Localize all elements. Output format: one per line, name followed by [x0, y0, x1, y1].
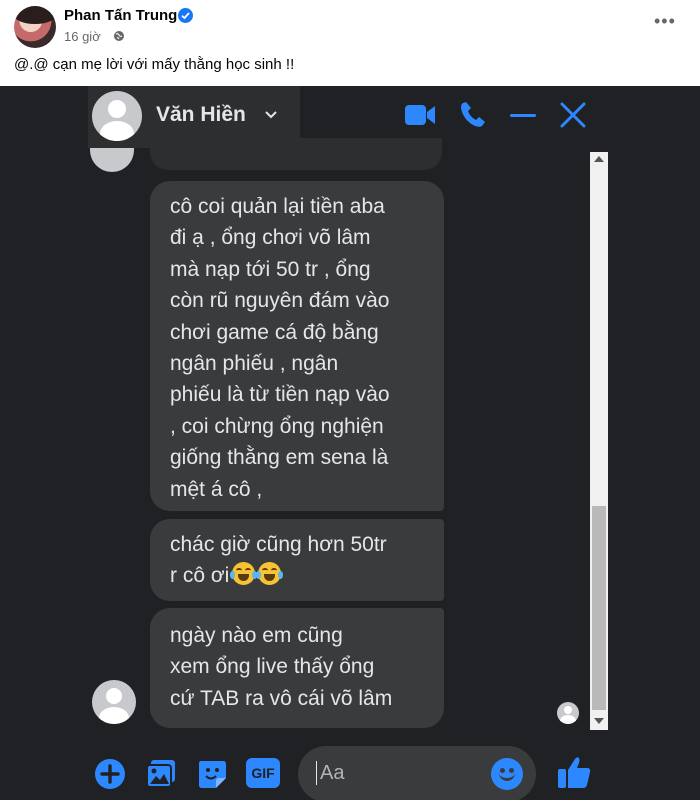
author-name[interactable]: Phan Tấn Trung: [64, 7, 177, 24]
text-caret: [316, 761, 317, 785]
post-header: Phan Tấn Trung 16 giờ ••• @.@ cạn mẹ lời…: [0, 0, 700, 86]
minimize-icon[interactable]: [509, 100, 537, 130]
close-icon[interactable]: [559, 100, 587, 130]
messenger-screenshot: Văn Hiền cô coi quản lại tiền aba đi ạ ,…: [0, 86, 700, 800]
message-line: còn rũ nguyên đám vào: [170, 289, 390, 313]
message-line: đi ạ , ổng chơi võ lâm: [170, 226, 371, 250]
post-caption: @.@ cạn mẹ lời với mấy thằng học sinh !!: [14, 56, 295, 73]
scroll-down-arrow-icon[interactable]: [594, 718, 604, 724]
more-horizontal-icon[interactable]: •••: [654, 12, 676, 30]
like-icon[interactable]: [556, 754, 592, 790]
phone-call-icon[interactable]: [458, 100, 488, 130]
scrollbar[interactable]: [590, 152, 608, 730]
contact-name[interactable]: Văn Hiền: [156, 103, 246, 127]
message-bubble[interactable]: ngày nào em cũng xem ổng live thấy ổng c…: [150, 608, 444, 728]
message-line: phiếu là từ tiền nạp vào: [170, 383, 390, 407]
chat-header[interactable]: Văn Hiền: [88, 86, 300, 148]
scrollbar-thumb[interactable]: [592, 506, 606, 710]
verified-badge-icon: [178, 8, 193, 23]
sticker-icon[interactable]: [196, 758, 228, 790]
message-line: mà nạp tới 50 tr , ổng: [170, 257, 371, 281]
contact-avatar[interactable]: [92, 91, 142, 141]
message-line: , coi chừng ổng nghiện: [170, 414, 384, 438]
message-line: r cô ơi: [170, 564, 230, 588]
face-with-tears-of-joy-icon: [230, 562, 258, 586]
message-line: chác giờ cũng hơn 50tr: [170, 533, 387, 556]
author-avatar[interactable]: [14, 6, 56, 48]
message-bubble[interactable]: chác giờ cũng hơn 50tr r cô ơi: [150, 519, 444, 601]
message-input[interactable]: Aa: [298, 746, 536, 800]
message-input-placeholder: Aa: [320, 762, 345, 784]
photo-icon[interactable]: [145, 758, 177, 790]
chevron-down-icon[interactable]: [264, 110, 278, 120]
message-line: ngân phiếu , ngân: [170, 352, 339, 376]
message-line: cô coi quản lại tiền aba: [170, 195, 385, 218]
message-line: mệt á cô ,: [170, 477, 263, 501]
message-bubble[interactable]: cô coi quản lại tiền aba đi ạ , ổng chơi…: [150, 181, 444, 511]
message-line: chơi game cá độ bằng: [170, 320, 379, 344]
gif-icon[interactable]: GIF: [246, 758, 280, 788]
sender-avatar[interactable]: [92, 680, 136, 724]
message-line-with-emoji: r cô ơi: [170, 560, 424, 591]
video-call-icon[interactable]: [404, 100, 436, 130]
face-with-tears-of-joy-icon: [256, 562, 284, 586]
message-line: xem ổng live thấy ổng: [170, 655, 375, 679]
message-line: cứ TAB ra vô cái võ lâm: [170, 686, 393, 710]
emoji-icon[interactable]: [491, 758, 523, 790]
message-line: giống thằng em sena là: [170, 446, 389, 470]
post-timestamp[interactable]: 16 giờ: [64, 29, 101, 44]
message-line: ngày nào em cũng: [170, 624, 343, 647]
add-icon[interactable]: [94, 758, 126, 790]
scroll-up-arrow-icon[interactable]: [594, 156, 604, 162]
globe-icon: [114, 31, 124, 41]
seen-indicator-avatar: [557, 702, 579, 724]
